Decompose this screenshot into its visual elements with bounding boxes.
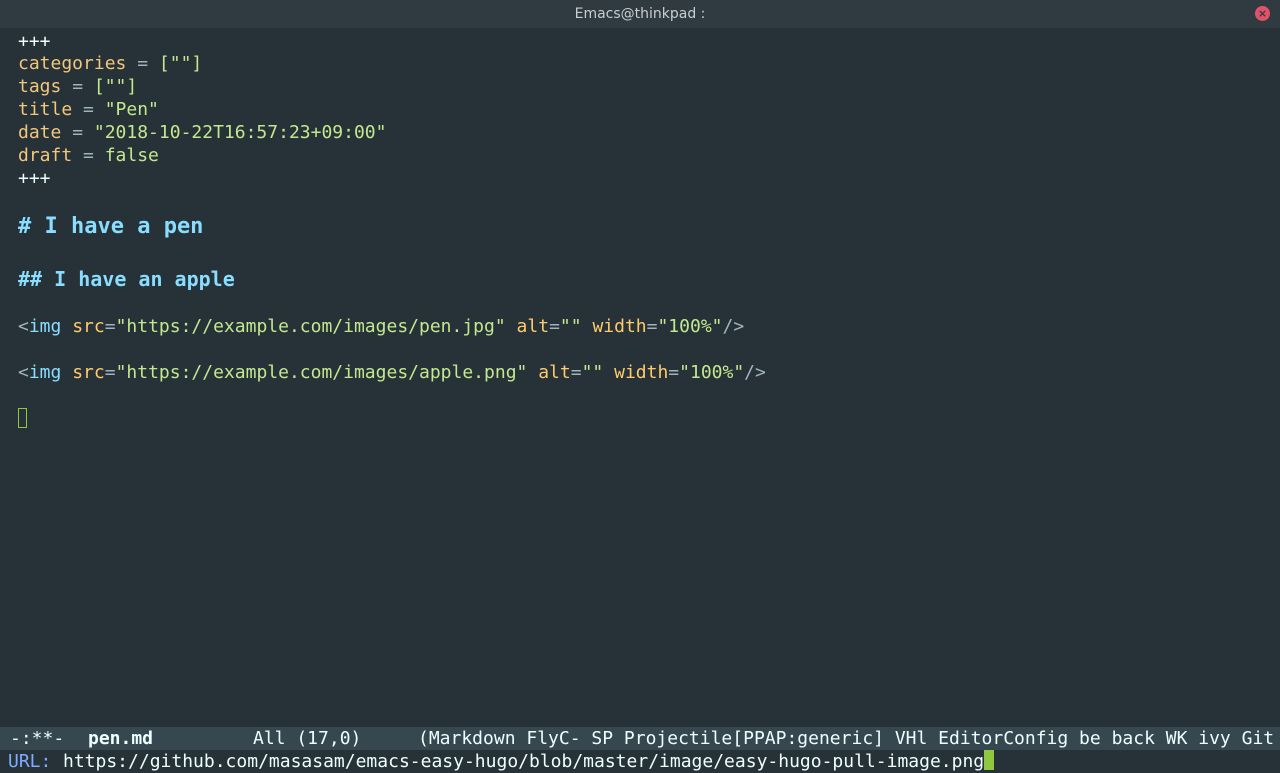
width-attr: width [614,362,669,383]
categories-value: [""] [158,53,203,74]
text-cursor [18,408,27,428]
img-tag-pen: <img src="https://example.com/images/pen… [18,316,745,337]
front-matter-close: +++ [18,168,51,189]
date-value: "2018-10-22T16:57:23+09:00" [93,122,387,143]
mode-line[interactable]: -:**- pen.md All (17,0) (Markdown FlyC- … [0,727,1280,750]
equals-sign: = [61,76,94,97]
equals-sign: = [72,145,105,166]
minibuffer-prompt: URL: [8,751,52,772]
modeline-position: All (17,0) [253,728,362,749]
minibuffer[interactable]: URL: https://github.com/masasam/emacs-ea… [0,750,1280,773]
src-attr: src [72,316,105,337]
date-key: date [18,122,62,143]
tag-close: /> [722,316,745,337]
title-value: "Pen" [104,99,159,120]
src-value: "https://example.com/images/apple.png" [115,362,528,383]
front-matter-date: date = "2018-10-22T16:57:23+09:00" [18,121,386,144]
src-attr: src [72,362,105,383]
tag-name: img [28,316,62,337]
window-title: Emacs@thinkpad : [574,6,706,22]
tags-key: tags [18,76,62,97]
editor-buffer[interactable]: +++ categories = [""] tags = [""] title … [0,28,1280,727]
modeline-status: -:**- [10,728,65,749]
img-tag-apple: <img src="https://example.com/images/app… [18,362,766,383]
tag-open-bracket: < [18,362,29,383]
width-value: "100%" [657,316,723,337]
title-key: title [18,99,73,120]
tag-close: /> [744,362,766,383]
front-matter-tags: tags = [""] [18,75,137,98]
close-icon[interactable]: × [1255,6,1270,21]
width-value: "100%" [679,362,745,383]
minibuffer-cursor [984,750,995,770]
alt-value: "" [581,362,604,383]
tag-open-bracket: < [18,316,29,337]
alt-value: "" [559,316,582,337]
modeline-modes[interactable]: (Markdown FlyC- SP Projectile[PPAP:gener… [418,727,1274,750]
alt-attr: alt [516,316,550,337]
window-titlebar[interactable]: Emacs@thinkpad : × [0,0,1280,28]
modeline-buffer-name[interactable]: pen.md [88,727,153,750]
alt-attr: alt [538,362,571,383]
draft-value: false [104,145,159,166]
heading-1: # I have a pen [18,214,204,239]
minibuffer-input-text: https://github.com/masasam/emacs-easy-hu… [63,751,985,772]
src-value: "https://example.com/images/pen.jpg" [115,316,506,337]
equals-sign: = [126,53,159,74]
heading-2: ## I have an apple [18,267,235,291]
front-matter-draft: draft = false [18,144,159,167]
width-attr: width [592,316,647,337]
tag-name: img [28,362,62,383]
categories-key: categories [18,53,127,74]
draft-key: draft [18,145,73,166]
equals-sign: = [61,122,94,143]
tags-value: [""] [93,76,138,97]
front-matter-title: title = "Pen" [18,98,159,121]
equals-sign: = [72,99,105,120]
minibuffer-input[interactable]: https://github.com/masasam/emacs-easy-hu… [63,750,995,773]
front-matter-categories: categories = [""] [18,52,202,75]
front-matter-open: +++ [18,31,51,52]
